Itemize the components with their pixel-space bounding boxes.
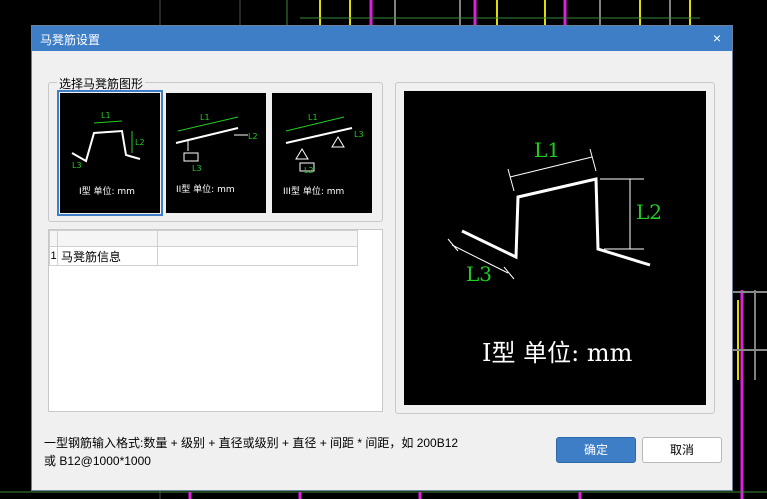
ok-button[interactable]: 确定 bbox=[556, 437, 636, 463]
dialog-title: 马凳筋设置 bbox=[40, 33, 101, 47]
shape-2-caption: II型 单位: mm bbox=[176, 183, 235, 195]
shape-1-l1: L1 bbox=[101, 111, 111, 120]
shape-selection-group: 选择马凳筋图形 L1 L2 L3 I型 单位: mm L1 L2 L3 II型 … bbox=[48, 75, 383, 222]
rebar-chair-settings-dialog: 马凳筋设置 × 选择马凳筋图形 L1 L2 L3 I型 单位: mm L1 L2… bbox=[31, 25, 733, 491]
row-name: 马凳筋信息 bbox=[57, 246, 158, 266]
shape-selection-label: 选择马凳筋图形 bbox=[57, 75, 146, 92]
shape-type-2-icon: L1 L2 L3 II型 单位: mm bbox=[175, 113, 258, 195]
shape-2-l2: L2 bbox=[248, 132, 258, 141]
shape-3-l3: L3 bbox=[354, 130, 364, 139]
shape-1-l2: L2 bbox=[135, 138, 145, 147]
shape-3-l1: L1 bbox=[308, 113, 318, 122]
shape-3-l2: L2 bbox=[304, 166, 314, 175]
preview-l2: L2 bbox=[636, 200, 662, 224]
shape-type-3-icon: L1 L3 L2 III型 单位: mm bbox=[283, 113, 364, 197]
dialog-titlebar: 马凳筋设置 × bbox=[32, 26, 732, 51]
rebar-info-panel: 1 马凳筋信息 bbox=[48, 229, 383, 412]
cancel-button[interactable]: 取消 bbox=[642, 437, 722, 463]
shape-1-l3: L3 bbox=[72, 161, 82, 170]
table-header-row bbox=[49, 230, 358, 247]
preview-l1: L1 bbox=[534, 138, 560, 162]
shape-preview-canvas: L1 L2 L3 I型 单位: mm bbox=[404, 91, 706, 405]
row-index: 1 bbox=[49, 246, 58, 266]
shape-2-l3: L3 bbox=[192, 164, 202, 173]
shape-type-1-option[interactable]: L1 L2 L3 I型 单位: mm bbox=[57, 90, 163, 216]
row-value-cell[interactable] bbox=[157, 246, 358, 266]
close-button[interactable]: × bbox=[708, 29, 726, 47]
shape-1-caption: I型 单位: mm bbox=[79, 185, 135, 197]
shape-type-3-option[interactable]: L1 L3 L2 III型 单位: mm bbox=[272, 93, 372, 213]
shape-2-l1: L1 bbox=[200, 113, 210, 122]
shape-preview-drawing: L1 L2 L3 I型 单位: mm bbox=[447, 138, 662, 367]
rebar-info-table: 1 马凳筋信息 bbox=[49, 230, 358, 266]
preview-l3: L3 bbox=[466, 262, 492, 286]
shape-type-1-icon: L1 L2 L3 I型 单位: mm bbox=[71, 111, 145, 197]
shape-type-2-option[interactable]: L1 L2 L3 II型 单位: mm bbox=[166, 93, 266, 213]
shape-3-caption: III型 单位: mm bbox=[283, 185, 344, 197]
table-row[interactable]: 1 马凳筋信息 bbox=[49, 246, 358, 266]
hint-line-1: 一型钢筋输入格式:数量 + 级别 + 直径或级别 + 直径 + 间距 * 间距，… bbox=[44, 436, 459, 450]
shape-preview-frame: L1 L2 L3 I型 单位: mm bbox=[395, 82, 715, 414]
input-format-hint: 一型钢筋输入格式:数量 + 级别 + 直径或级别 + 直径 + 间距 * 间距，… bbox=[44, 434, 514, 470]
hint-line-2: 或 B12@1000*1000 bbox=[44, 454, 151, 468]
preview-caption: I型 单位: mm bbox=[482, 339, 633, 367]
